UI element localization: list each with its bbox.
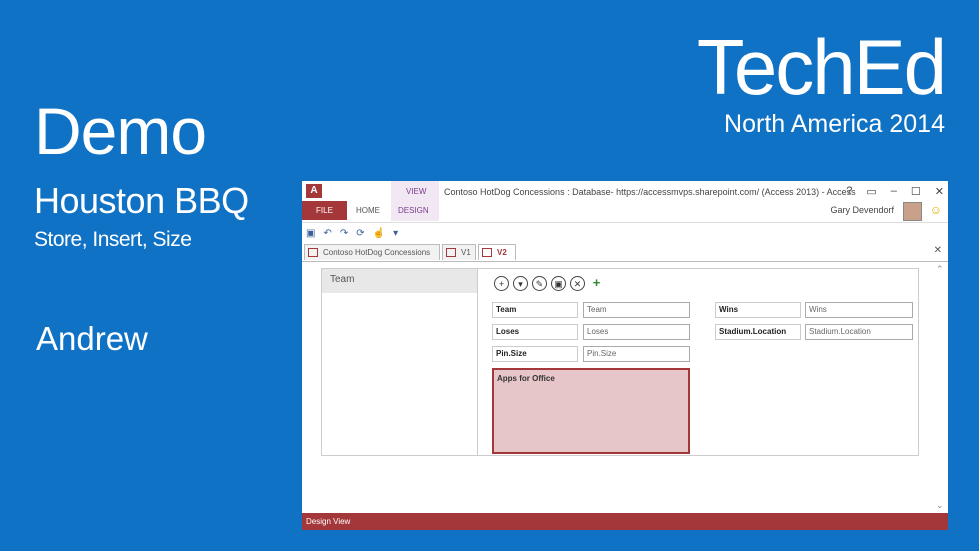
form-pane: + ▾ ✎ ▣ ✕ + Team Team Wins Wins Loses Lo…	[478, 268, 919, 456]
tab-label: V1	[461, 248, 471, 257]
tab-v2[interactable]: V2	[478, 244, 516, 260]
loses-field[interactable]: Loses	[583, 324, 690, 340]
tab-v1[interactable]: V1	[442, 244, 476, 260]
tab-home[interactable]: HOME	[347, 201, 389, 220]
tab-contoso-hotdog-concessions[interactable]: Contoso HotDog Concessions	[304, 244, 440, 260]
delete-action-icon[interactable]: ▾	[513, 276, 528, 291]
scrollbar[interactable]: ⌃ ⌄	[936, 262, 946, 513]
slide-subtitle: Houston BBQ	[34, 180, 249, 221]
add-action-icon[interactable]: +	[494, 276, 509, 291]
access-logo-icon[interactable]: A	[306, 184, 322, 198]
quick-access-toolbar: ▣ ↶ ↷ ⟳ ☝ ▾	[302, 222, 948, 243]
stadium-location-label[interactable]: Stadium.Location	[715, 324, 801, 340]
touch-mode-icon[interactable]: ☝	[373, 228, 385, 239]
list-item[interactable]: Team	[322, 269, 477, 293]
title-bar: A VIEW Contoso HotDog Concessions : Data…	[302, 181, 948, 221]
table-icon	[308, 248, 318, 257]
presenter-name: Andrew	[36, 320, 148, 357]
refresh-icon[interactable]: ⟳	[356, 228, 364, 239]
design-canvas: Team + ▾ ✎ ▣ ✕ + Team Team Wins Wins Los…	[302, 262, 948, 513]
slide-subtitle-detail: Store, Insert, Size	[34, 228, 192, 251]
tab-label: Contoso HotDog Concessions	[323, 248, 431, 257]
maximize-button[interactable]: ☐	[911, 185, 921, 198]
context-tab-label: VIEW	[406, 187, 427, 196]
close-document-icon[interactable]: ✕	[934, 245, 942, 256]
tab-design[interactable]: DESIGN	[389, 201, 438, 220]
window-title: Contoso HotDog Concessions : Database- h…	[444, 187, 856, 197]
stadium-location-field[interactable]: Stadium.Location	[805, 324, 913, 340]
brand-subtitle: North America 2014	[724, 110, 945, 138]
close-button[interactable]: ✕	[935, 185, 944, 198]
tab-label: V2	[497, 248, 507, 257]
scroll-up-icon[interactable]: ⌃	[936, 264, 944, 275]
view-icon	[482, 248, 492, 257]
add-custom-action-icon[interactable]: +	[589, 276, 604, 291]
team-label[interactable]: Team	[492, 302, 578, 318]
webpart-label: Apps for Office	[497, 374, 555, 383]
wins-label[interactable]: Wins	[715, 302, 801, 318]
undo-icon[interactable]: ↶	[323, 228, 331, 239]
brand-name: TechEd	[696, 23, 947, 111]
view-icon	[446, 248, 456, 257]
action-bar: + ▾ ✎ ▣ ✕ +	[494, 276, 604, 291]
team-field[interactable]: Team	[583, 302, 690, 318]
smiley-icon[interactable]: ☺	[930, 203, 942, 217]
edit-action-icon[interactable]: ✎	[532, 276, 547, 291]
cancel-action-icon[interactable]: ✕	[570, 276, 585, 291]
help-button[interactable]: ?	[846, 185, 852, 198]
document-tabs: Contoso HotDog Concessions V1 V2 ✕	[302, 243, 948, 262]
pin-size-field[interactable]: Pin.Size	[583, 346, 690, 362]
save-icon[interactable]: ▣	[306, 228, 315, 239]
ribbon-tabs: FILE HOME DESIGN	[302, 201, 438, 220]
slide-title: Demo	[34, 94, 207, 168]
customize-qat-icon[interactable]: ▾	[393, 228, 398, 239]
window-controls: ? ▭ – ☐ ✕	[846, 185, 944, 198]
pin-size-label[interactable]: Pin.Size	[492, 346, 578, 362]
save-action-icon[interactable]: ▣	[551, 276, 566, 291]
minimize-button[interactable]: –	[891, 185, 897, 198]
tab-file[interactable]: FILE	[302, 201, 347, 220]
status-bar: Design View	[302, 513, 948, 530]
loses-label[interactable]: Loses	[492, 324, 578, 340]
user-name[interactable]: Gary Devendorf	[830, 205, 894, 215]
redo-icon[interactable]: ↷	[340, 228, 348, 239]
ribbon-display-button[interactable]: ▭	[866, 185, 876, 198]
list-pane: Team	[321, 268, 478, 456]
access-app-window: A VIEW Contoso HotDog Concessions : Data…	[302, 181, 948, 530]
brand-logo: TechEd North America 2014	[696, 23, 947, 138]
wins-field[interactable]: Wins	[805, 302, 913, 318]
apps-for-office-webpart[interactable]: Apps for Office	[492, 368, 690, 454]
scroll-down-icon[interactable]: ⌄	[936, 500, 944, 511]
avatar[interactable]	[903, 202, 922, 221]
